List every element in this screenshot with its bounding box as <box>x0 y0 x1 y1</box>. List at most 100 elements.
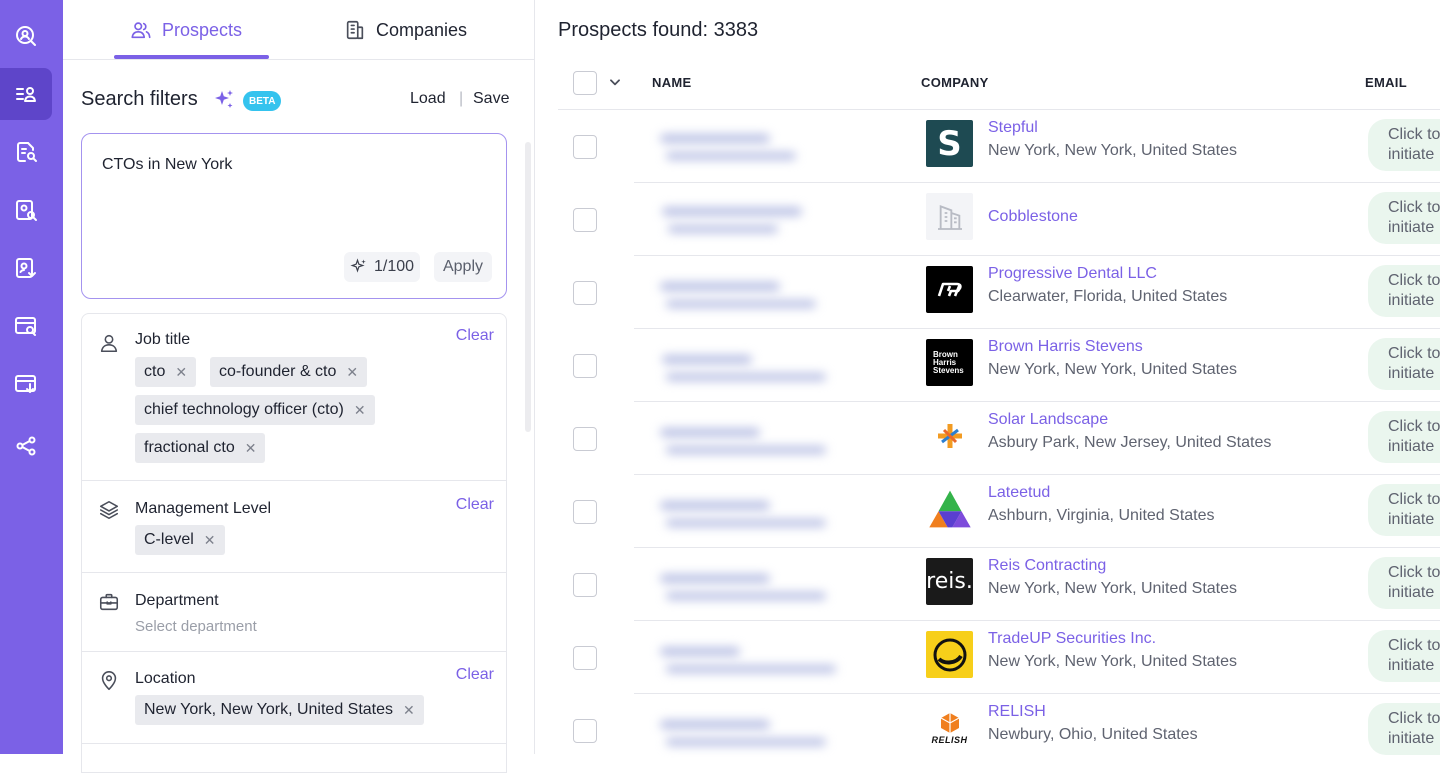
table-row[interactable]: RELISH RELISH Newbury, Ohio, United Stat… <box>558 694 1440 767</box>
prompt-text[interactable]: CTOs in New York <box>102 156 232 174</box>
company-name-link[interactable]: Cobblestone <box>988 208 1078 226</box>
blurred-prospect-name <box>656 203 886 239</box>
email-initiate-button[interactable]: Click to initiate <box>1368 411 1440 463</box>
document-search-icon[interactable] <box>0 126 52 178</box>
company-logo: reis. <box>926 558 973 605</box>
job-title-clear-button[interactable]: Clear <box>456 327 494 345</box>
row-checkbox[interactable] <box>573 208 597 232</box>
department-placeholder[interactable]: Select department <box>135 618 257 635</box>
table-row[interactable]: reis. Reis Contracting New York, New Yor… <box>558 548 1440 621</box>
row-checkbox[interactable] <box>573 427 597 451</box>
company-name-link[interactable]: Lateetud <box>988 484 1050 502</box>
table-row[interactable]: Lateetud Ashburn, Virginia, United State… <box>558 475 1440 548</box>
table-header: NAME COMPANY EMAIL <box>558 56 1440 110</box>
browser-search-icon[interactable] <box>0 300 52 352</box>
apply-button[interactable]: Apply <box>434 252 492 282</box>
management-level-clear-button[interactable]: Clear <box>456 496 494 514</box>
email-initiate-button[interactable]: Click to initiate <box>1368 192 1440 244</box>
search-filters-header: Search filters BETA Load | Save <box>81 86 511 116</box>
management-level-label: Management Level <box>135 500 272 517</box>
chevron-down-icon[interactable] <box>608 75 622 89</box>
email-initiate-button[interactable]: Click to initiate <box>1368 703 1440 755</box>
row-checkbox[interactable] <box>573 646 597 670</box>
column-email[interactable]: EMAIL <box>1365 75 1407 90</box>
row-checkbox[interactable] <box>573 500 597 524</box>
results-panel: Prospects found: 3383 NAME COMPANY EMAIL… <box>536 0 1440 755</box>
divider: | <box>459 90 464 107</box>
remove-chip-icon[interactable]: ✕ <box>403 702 415 719</box>
ai-prompt-input[interactable]: CTOs in New York 1/100 Apply <box>81 133 507 299</box>
chip-c-level: C-level ✕ <box>135 525 225 555</box>
beta-badge: BETA <box>243 91 282 111</box>
left-rail <box>0 0 63 754</box>
table-row[interactable]: Solar Landscape Asbury Park, New Jersey,… <box>558 402 1440 475</box>
tab-prospects[interactable]: Prospects <box>130 0 242 60</box>
column-name[interactable]: NAME <box>652 75 691 90</box>
row-checkbox[interactable] <box>573 281 597 305</box>
company-location: New York, New York, United States <box>988 361 1238 378</box>
prospects-list-icon[interactable] <box>0 68 52 120</box>
company-location: New York, New York, United States <box>988 580 1238 597</box>
chip-co-founder-cto: co-founder & cto ✕ <box>210 357 368 387</box>
column-company[interactable]: COMPANY <box>921 75 989 90</box>
prompt-counter: 1/100 <box>344 252 421 282</box>
tab-companies[interactable]: Companies <box>344 0 467 60</box>
load-button[interactable]: Load <box>410 90 446 108</box>
save-button[interactable]: Save <box>473 90 509 108</box>
row-checkbox[interactable] <box>573 573 597 597</box>
browser-download-icon[interactable] <box>0 358 52 410</box>
email-initiate-button[interactable]: Click to initiate <box>1368 338 1440 390</box>
table-row[interactable]: S Stepful New York, New York, United Sta… <box>558 110 1440 183</box>
remove-chip-icon[interactable]: ✕ <box>175 364 187 381</box>
tab-bar: Prospects Companies <box>63 0 535 60</box>
company-logo: S <box>926 120 973 167</box>
email-initiate-button[interactable]: Click to initiate <box>1368 557 1440 609</box>
job-title-label: Job title <box>135 331 191 348</box>
chip-new-york: New York, New York, United States ✕ <box>135 695 424 725</box>
row-checkbox[interactable] <box>573 135 597 159</box>
filter-sections: Job title Clear cto ✕ co-founder & cto ✕ c… <box>81 313 507 773</box>
tab-companies-label: Companies <box>376 19 468 40</box>
blurred-prospect-name <box>656 641 886 677</box>
email-initiate-button[interactable]: Click to initiate <box>1368 265 1440 317</box>
counter-value: 1/100 <box>374 258 415 275</box>
department-filter[interactable]: Department Select department <box>82 573 506 652</box>
search-people-icon[interactable] <box>0 10 52 62</box>
email-initiate-button[interactable]: Click to initiate <box>1368 630 1440 682</box>
share-nodes-icon[interactable] <box>0 420 52 472</box>
chip-fractional-cto: fractional cto ✕ <box>135 433 266 463</box>
company-logo <box>926 412 973 459</box>
company-name-link[interactable]: Stepful <box>988 119 1038 137</box>
row-checkbox[interactable] <box>573 719 597 743</box>
location-label: Location <box>135 670 196 687</box>
remove-chip-icon[interactable]: ✕ <box>346 364 358 381</box>
row-checkbox[interactable] <box>573 354 597 378</box>
blurred-prospect-name <box>656 495 886 531</box>
person-download-icon[interactable] <box>0 242 52 294</box>
remove-chip-icon[interactable]: ✕ <box>204 532 216 549</box>
person-search-icon[interactable] <box>0 184 52 236</box>
scrollbar[interactable] <box>525 142 531 432</box>
table-row[interactable]: Brown Harris Stevens Brown Harris Steven… <box>558 329 1440 402</box>
remove-chip-icon[interactable]: ✕ <box>245 440 257 457</box>
blurred-prospect-name <box>656 422 886 458</box>
company-name-link[interactable]: Solar Landscape <box>988 411 1108 429</box>
select-all-checkbox[interactable] <box>573 71 597 95</box>
location-clear-button[interactable]: Clear <box>456 666 494 684</box>
company-name-link[interactable]: Brown Harris Stevens <box>988 338 1143 356</box>
department-label: Department <box>135 592 219 609</box>
remove-chip-icon[interactable]: ✕ <box>354 402 366 419</box>
company-name-link[interactable]: Progressive Dental LLC <box>988 265 1157 283</box>
company-name-link[interactable]: Reis Contracting <box>988 557 1106 575</box>
company-location: Ashburn, Virginia, United States <box>988 507 1215 524</box>
blurred-prospect-name <box>656 349 886 385</box>
table-row[interactable]: Progressive Dental LLC Clearwater, Flori… <box>558 256 1440 329</box>
job-title-filter: Job title Clear cto ✕ co-founder & cto ✕ c… <box>82 314 506 481</box>
location-filter: Location Clear New York, New York, Unite… <box>82 652 506 744</box>
table-row[interactable]: Cobblestone Click to initiate <box>558 183 1440 256</box>
email-initiate-button[interactable]: Click to initiate <box>1368 484 1440 536</box>
table-row[interactable]: TradeUP Securities Inc. New York, New Yo… <box>558 621 1440 694</box>
company-name-link[interactable]: RELISH <box>988 703 1046 721</box>
email-initiate-button[interactable]: Click to initiate <box>1368 119 1440 171</box>
company-name-link[interactable]: TradeUP Securities Inc. <box>988 630 1156 648</box>
